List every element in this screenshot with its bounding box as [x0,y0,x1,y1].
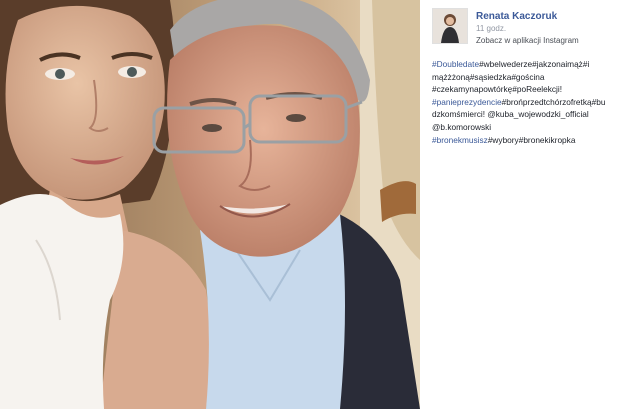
hashtag-link[interactable]: #panieprezydencie [432,97,502,107]
avatar-image [433,9,467,43]
post-header: Renata Kaczoruk 11 godz. Zobacz w aplika… [432,8,622,48]
caption-line: @b.komorowski [432,121,622,134]
caption-text: @b.komorowski [432,121,492,132]
caption-text: #brońprzedtchórzofretką#bu [501,96,606,107]
caption-line: #czekamynapowtórkę#poReelekcji! [432,83,622,96]
post-timestamp[interactable]: 11 godz. [476,24,506,33]
post-photo[interactable] [0,0,420,409]
hashtag-link[interactable]: #Doubledate [432,59,479,69]
caption-line: #bronekmusisz#wybory#bronekikropka [432,134,622,147]
post-caption: #Doubledate#wbelwederze#jakzonaimąż#i mąż… [432,58,622,146]
instagram-link[interactable]: Zobacz w aplikacji Instagram [476,36,579,45]
author-name[interactable]: Renata Kaczoruk [476,11,557,22]
caption-text: #wbelwederze#jakzonaimąż#i [479,59,590,69]
caption-line: dzkomśmierci! @kuba_wojewodzki_official [432,108,622,121]
hashtag-link[interactable]: #bronekmusisz [432,135,488,145]
selfie-image [0,0,420,409]
caption-text: mążżżoną#sąsiedzka#gościna [432,71,545,82]
author-avatar[interactable] [432,8,468,44]
caption-line: mążżżoną#sąsiedzka#gościna [432,71,622,84]
caption-line: #Doubledate#wbelwederze#jakzonaimąż#i [432,58,622,71]
caption-text: #wybory#bronekikropka [487,134,576,145]
caption-text: #czekamynapowtórkę#poReelekcji! [432,84,563,95]
post-view: Renata Kaczoruk 11 godz. Zobacz w aplika… [0,0,623,409]
caption-line: #panieprezydencie#brońprzedtchórzofretką… [432,96,622,109]
post-sidebar: Renata Kaczoruk 11 godz. Zobacz w aplika… [428,0,623,409]
caption-text: dzkomśmierci! @kuba_wojewodzki_official [432,109,589,120]
